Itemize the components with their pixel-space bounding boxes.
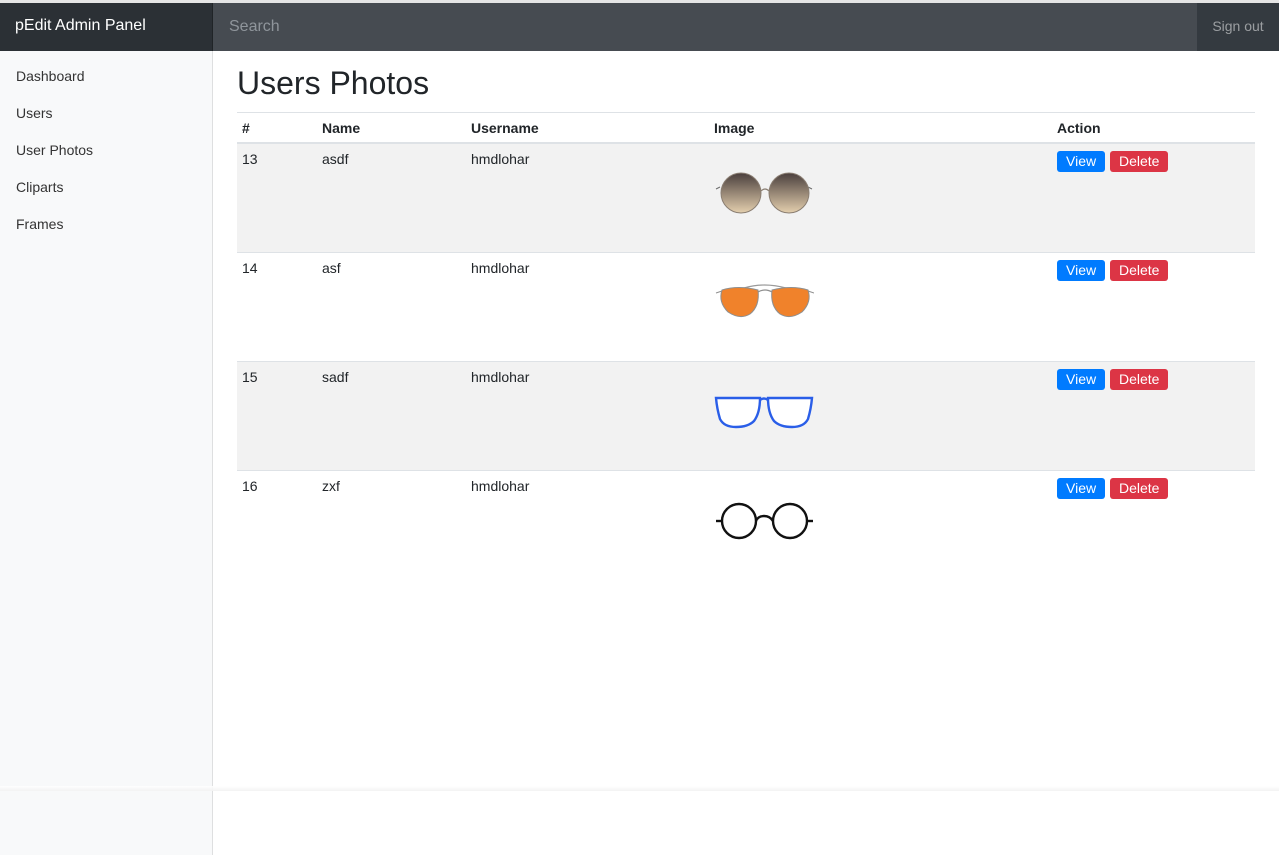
table-row: 14 asf hmdlohar View Delete [237, 251, 1255, 361]
column-header-id: # [237, 113, 317, 144]
cell-image [709, 143, 1052, 252]
view-button[interactable]: View [1057, 259, 1106, 281]
table-header: # Name Username Image Action [237, 113, 1255, 144]
sidebar-bottom-panel [0, 791, 213, 855]
cell-actions: View Delete [1052, 143, 1255, 252]
column-header-name: Name [317, 113, 466, 144]
cell-username: hmdlohar [466, 469, 709, 579]
search-input[interactable] [213, 3, 1197, 51]
sidebar: Dashboard Users User Photos Cliparts Fra… [0, 51, 213, 791]
cell-image [709, 360, 1052, 470]
cell-actions: View Delete [1052, 469, 1255, 579]
blue-rectangular-glasses-image [714, 396, 814, 428]
sidebar-item-cliparts[interactable]: Cliparts [0, 169, 213, 206]
column-header-image: Image [709, 113, 1052, 144]
cell-name: asdf [317, 143, 466, 252]
photos-table: # Name Username Image Action 13 asdf hmd… [237, 113, 1255, 579]
orange-aviator-sunglasses-image [715, 283, 814, 317]
table-row: 13 asdf hmdlohar View Delete [237, 143, 1255, 252]
delete-button[interactable]: Delete [1109, 259, 1169, 281]
delete-button[interactable]: Delete [1109, 368, 1169, 390]
cell-username: hmdlohar [466, 360, 709, 470]
sidebar-item-users[interactable]: Users [0, 95, 213, 132]
black-round-glasses-image [716, 502, 813, 539]
bottom-panel [213, 791, 1279, 855]
cell-id: 13 [237, 143, 317, 252]
sidebar-item-user-photos[interactable]: User Photos [0, 132, 213, 169]
column-header-username: Username [466, 113, 709, 144]
view-button[interactable]: View [1057, 368, 1106, 390]
delete-button[interactable]: Delete [1109, 477, 1169, 499]
top-navbar: pEdit Admin Panel Sign out [0, 3, 1279, 51]
round-gradient-sunglasses-image [715, 172, 813, 214]
main-content: Users Photos # Name Username Image Actio… [237, 51, 1255, 579]
cell-image [709, 251, 1052, 361]
view-button[interactable]: View [1057, 477, 1106, 499]
cell-actions: View Delete [1052, 251, 1255, 361]
cell-id: 14 [237, 251, 317, 361]
sign-out-link[interactable]: Sign out [1197, 3, 1279, 51]
view-button[interactable]: View [1057, 151, 1106, 172]
sidebar-nav: Dashboard Users User Photos Cliparts Fra… [0, 51, 213, 243]
cell-id: 16 [237, 469, 317, 579]
column-header-action: Action [1052, 113, 1255, 144]
cell-username: hmdlohar [466, 251, 709, 361]
cell-name: sadf [317, 360, 466, 470]
delete-button[interactable]: Delete [1109, 151, 1169, 172]
table-row: 16 zxf hmdlohar View Delete [237, 469, 1255, 579]
cell-actions: View Delete [1052, 360, 1255, 470]
cell-id: 15 [237, 360, 317, 470]
brand-link[interactable]: pEdit Admin Panel [0, 3, 213, 51]
cell-name: asf [317, 251, 466, 361]
page-title: Users Photos [237, 64, 1255, 113]
table-row: 15 sadf hmdlohar View Delete [237, 360, 1255, 470]
cell-name: zxf [317, 469, 466, 579]
cell-username: hmdlohar [466, 143, 709, 252]
sidebar-item-dashboard[interactable]: Dashboard [0, 58, 213, 95]
sidebar-item-frames[interactable]: Frames [0, 206, 213, 243]
cell-image [709, 469, 1052, 579]
